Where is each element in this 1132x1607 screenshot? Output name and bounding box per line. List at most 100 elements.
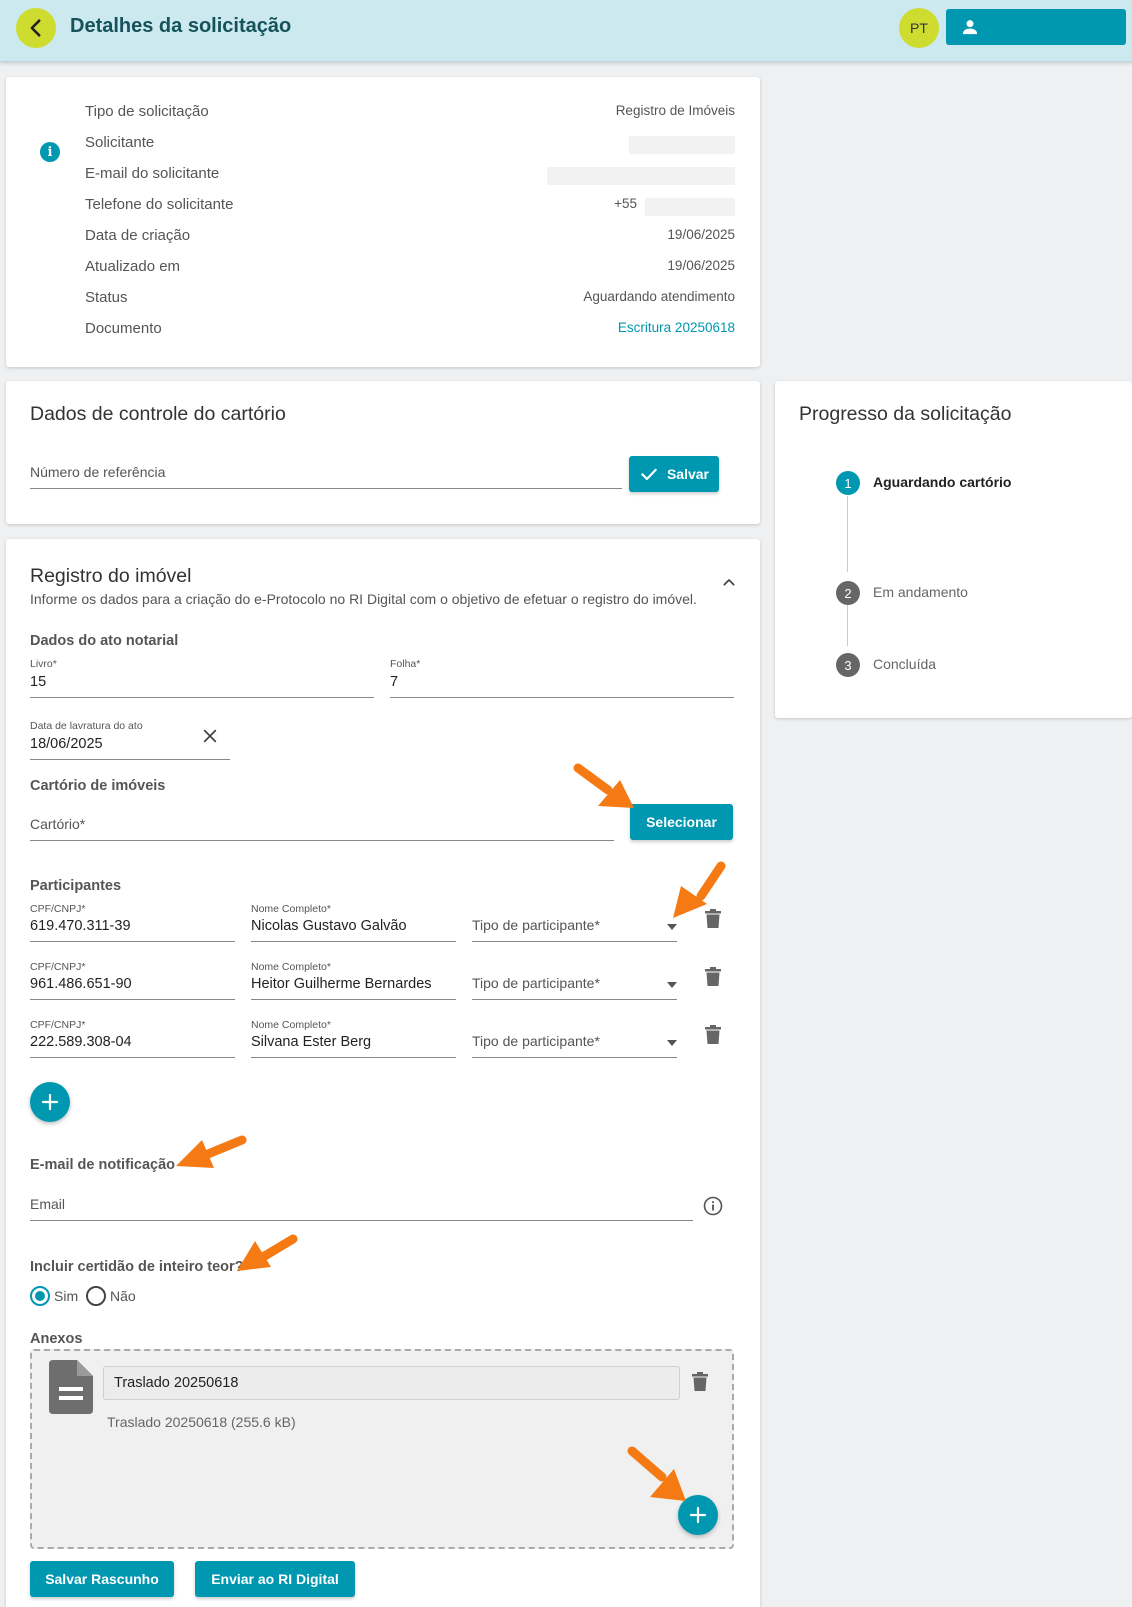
info-icon: i [40,142,60,162]
page-title: Detalhes da solicitação [70,15,292,37]
step-2-label: Em andamento [873,584,968,600]
name-input[interactable]: Nicolas Gustavo Galvão [251,918,407,934]
detail-value: Registro de Imóveis [615,103,735,118]
document-link[interactable]: Escritura 20250618 [618,320,735,335]
trash-icon[interactable] [692,1372,708,1391]
cpf-input[interactable]: 961.486.651-90 [30,976,132,992]
name-label: Nome Completo* [251,1019,331,1031]
detail-row-created: Data de criação 19/06/2025 [85,227,735,251]
detail-value: +55 [614,196,637,211]
registry-office-input[interactable]: Cartório* [30,816,85,832]
email-input[interactable]: Email [30,1196,65,1212]
save-draft-button[interactable]: Salvar Rascunho [30,1561,174,1597]
cpf-underline [30,941,235,942]
avatar[interactable]: PT [899,8,939,48]
certificate-question-heading: Incluir certidão de inteiro teor? [30,1259,244,1275]
participant-type-underline [472,941,677,942]
clear-date-icon[interactable] [202,728,218,744]
name-input[interactable]: Heitor Guilherme Bernardes [251,976,432,992]
step-connector [847,605,848,646]
name-label: Nome Completo* [251,903,331,915]
detail-row-phone: Telefone do solicitante +55 [85,196,735,220]
control-title: Dados de controle do cartório [30,403,286,425]
participant-type-underline [472,999,677,1000]
dropdown-arrow-icon[interactable] [667,1040,677,1046]
chevron-left-icon [30,19,41,37]
detail-label: Status [85,289,128,306]
participant-type-select[interactable]: Tipo de participante* [472,1033,600,1049]
detail-label: Tipo de solicitação [85,103,209,120]
cpf-underline [30,999,235,1000]
registry-office-heading: Cartório de imóveis [30,778,166,794]
annotation-arrow-icon [176,1135,247,1168]
participant-type-select[interactable]: Tipo de participante* [472,917,600,933]
livro-input[interactable]: 15 [30,674,46,690]
annotation-arrow-icon [237,1234,298,1271]
detail-label: E-mail do solicitante [85,165,220,182]
attachment-meta: Traslado 20250618 (255.6 kB) [107,1414,296,1430]
radio-no[interactable] [86,1286,106,1306]
trash-icon[interactable] [705,967,721,986]
step-1-label: Aguardando cartório [873,474,1012,490]
name-input[interactable]: Silvana Ester Berg [251,1034,371,1050]
save-button[interactable]: Salvar [629,456,719,492]
send-ri-digital-button[interactable]: Enviar ao RI Digital [195,1561,355,1597]
back-button[interactable] [16,8,56,48]
trash-icon[interactable] [705,1025,721,1044]
detail-value: 19/06/2025 [667,258,735,273]
act-date-input[interactable]: 18/06/2025 [30,736,103,752]
notification-email-heading: E-mail de notificação [30,1157,176,1173]
progress-card [775,381,1132,718]
cpf-input[interactable]: 619.470.311-39 [30,918,131,934]
participants-heading: Participantes [30,878,122,894]
livro-label: Livro* [30,658,57,670]
livro-underline [30,697,374,698]
add-participant-button[interactable] [30,1082,70,1122]
redacted-value [629,136,735,154]
notarial-act-heading: Dados do ato notarial [30,633,179,649]
step-1-circle: 1 [836,471,860,495]
participant-type-underline [472,1057,677,1058]
detail-label: Data de criação [85,227,191,244]
dropdown-arrow-icon[interactable] [667,982,677,988]
chevron-up-icon[interactable] [721,574,737,590]
annotation-arrow-icon [673,861,726,918]
cpf-label: CPF/CNPJ* [30,903,86,915]
email-underline [30,1220,693,1221]
plus-icon [689,1506,707,1524]
radio-no-label: Não [110,1288,136,1304]
reference-number-input[interactable]: Número de referência [30,464,165,480]
step-3-circle: 3 [836,653,860,677]
act-date-underline [30,759,230,760]
annotation-arrow-icon [573,763,634,808]
detail-value: 19/06/2025 [667,227,735,242]
registry-office-underline [30,840,614,841]
name-underline [251,999,456,1000]
redacted-value [547,167,735,185]
save-button-label: Salvar [666,466,710,482]
attachment-name-value: Traslado 20250618 [114,1375,239,1391]
redacted-value [645,198,735,216]
person-icon [962,20,978,35]
radio-yes[interactable] [30,1286,50,1306]
name-underline [251,1057,456,1058]
step-2-circle: 2 [836,581,860,605]
detail-label: Atualizado em [85,258,181,275]
folha-label: Folha* [390,658,421,670]
select-button[interactable]: Selecionar [630,804,733,840]
cpf-label: CPF/CNPJ* [30,961,86,973]
name-label: Nome Completo* [251,961,331,973]
annotation-arrow-icon [627,1446,686,1501]
info-outline-icon[interactable] [703,1196,723,1216]
detail-label: Documento [85,320,162,337]
progress-title: Progresso da solicitação [799,403,1012,425]
user-menu-button[interactable] [946,9,1126,45]
check-icon [641,468,657,481]
cpf-input[interactable]: 222.589.308-04 [30,1034,132,1050]
attachment-name-input[interactable]: Traslado 20250618 [103,1366,680,1400]
reference-number-underline [30,488,622,489]
step-connector [847,496,848,572]
detail-row-status: Status Aguardando atendimento [85,289,735,313]
participant-type-select[interactable]: Tipo de participante* [472,975,600,991]
folha-input[interactable]: 7 [390,674,398,690]
